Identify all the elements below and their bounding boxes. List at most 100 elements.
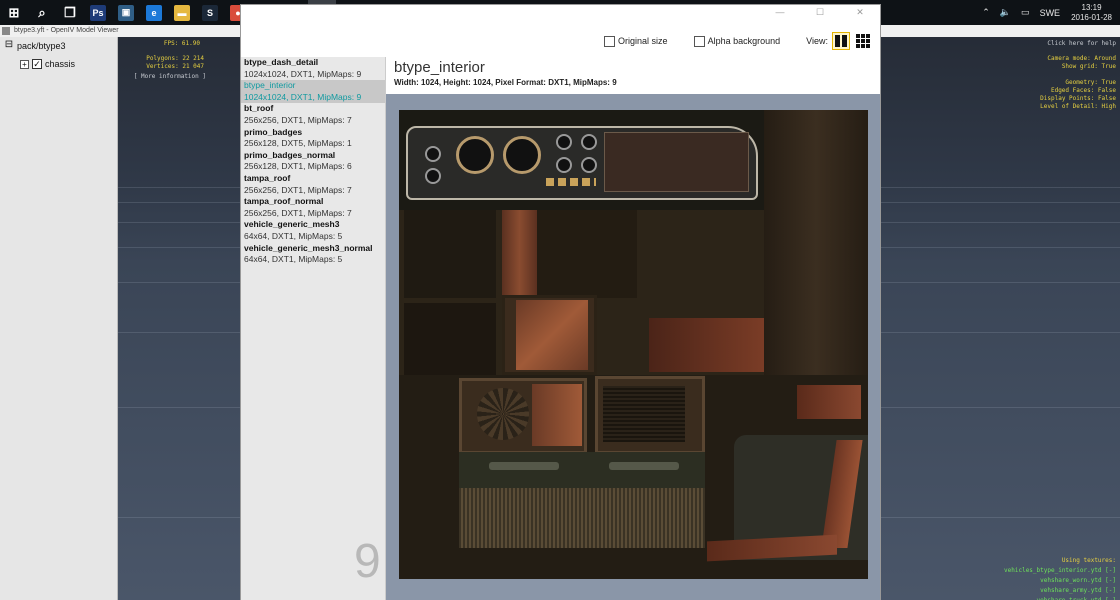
volume-icon[interactable]: 🔈 [995, 7, 1016, 18]
texture-viewer-titlebar: — ☐ ✕ [241, 5, 880, 25]
tree-item-chassis[interactable]: + ✓ chassis [0, 55, 117, 73]
texture-list-item[interactable]: btype_interior 1024x1024, DXT1, MipMaps: … [241, 80, 385, 104]
texture-item-info: 256x256, DXT1, MipMaps: 7 [244, 184, 352, 195]
texture-item-name: vehicle_generic_mesh3 [244, 219, 340, 230]
texture-item-info: 1024x1024, DXT1, MipMaps: 9 [244, 91, 362, 102]
used-texture-item[interactable]: vehshare_worn.ytd [-] [1004, 577, 1116, 585]
language-indicator[interactable]: SWE [1035, 8, 1066, 18]
search-taskbar-button[interactable]: ⌕ [28, 0, 56, 25]
texture-list-item[interactable]: tampa_roof 256x256, DXT1, MipMaps: 7 [241, 173, 385, 196]
windows-start-taskbar-button[interactable]: ⊞ [0, 0, 28, 25]
texture-item-name: tampa_roof_normal [244, 196, 324, 207]
level-of-detail-readout[interactable]: Level of Detail: High [1040, 103, 1116, 111]
clock-date: 2016-01-28 [1071, 12, 1112, 22]
single-view-icon [835, 35, 847, 47]
vertices-readout: Vertices: 21 047 [146, 63, 204, 70]
show-grid-readout[interactable]: Show grid: True [1062, 63, 1116, 71]
windows-start-icon: ⊞ [8, 4, 20, 20]
texture-item-name: vehicle_generic_mesh3_normal [244, 242, 373, 253]
texture-detail-header: btype_interior Width: 1024, Height: 1024… [386, 57, 880, 93]
close-button[interactable]: ✕ [840, 7, 880, 21]
texture-toolbar: Original size Alpha background View: [241, 25, 880, 57]
page-number: 9 [354, 535, 381, 588]
used-texture-item[interactable]: vehicles_btype_interior.ytd [-] [1004, 567, 1116, 575]
texture-list-item[interactable]: btype_dash_detail 1024x1024, DXT1, MipMap… [241, 57, 385, 80]
view-label: View: [806, 36, 828, 46]
geometry-readout[interactable]: Geometry: True [1065, 79, 1116, 87]
clock[interactable]: 13:19 2016-01-28 [1065, 3, 1120, 23]
texture-item-name: primo_badges [244, 126, 303, 137]
single-view-button[interactable] [832, 32, 850, 50]
texture-list-item[interactable]: tampa_roof_normal 256x256, DXT1, MipMaps:… [241, 196, 385, 219]
photoshop-icon: Ps [90, 4, 106, 21]
help-link[interactable]: Click here for help [1047, 40, 1116, 48]
using-textures-label: Using textures: [1061, 557, 1116, 564]
tree-root-label: pack/btype3 [17, 41, 66, 51]
system-tray: ⌃ 🔈 ▭ SWE 13:19 2016-01-28 [977, 0, 1120, 25]
file-explorer-icon: ▬ [174, 4, 190, 21]
task-view-taskbar-button[interactable]: ❐ [56, 0, 84, 25]
texture-item-info: 256x128, DXT1, MipMaps: 6 [244, 161, 352, 172]
camera-mode-readout[interactable]: Camera mode: Around [1047, 55, 1116, 63]
alpha-background-label: Alpha background [707, 36, 781, 46]
expand-plus-icon[interactable]: + [20, 59, 29, 69]
texture-item-info: 64x64, DXT1, MipMaps: 5 [244, 254, 343, 265]
texture-name: btype_interior [394, 59, 485, 76]
texture-list-item[interactable]: vehicle_generic_mesh3 64x64, DXT1, MipMap… [241, 219, 385, 242]
model-viewer-title: btype3.yft - OpenIV Model Viewer [14, 27, 119, 34]
texture-image [399, 110, 868, 579]
grid-view-button[interactable] [854, 32, 872, 50]
file-explorer-taskbar-button[interactable]: ▬ [168, 0, 196, 25]
texture-item-name: btype_dash_detail [244, 57, 319, 67]
task-view-icon: ❐ [64, 4, 76, 20]
fps-readout: FPS: 61.90 [163, 40, 200, 47]
minimize-button[interactable]: — [760, 7, 800, 21]
texture-info: Width: 1024, Height: 1024, Pixel Format:… [394, 78, 617, 87]
texture-item-name: bt_roof [244, 103, 274, 114]
chassis-checkbox[interactable]: ✓ [32, 59, 42, 69]
model-tree: ⊟ pack/btype3 + ✓ chassis [0, 37, 118, 600]
network-icon[interactable]: ▭ [1016, 7, 1035, 18]
original-size-label: Original size [618, 36, 668, 46]
tray-chevron-icon[interactable]: ⌃ [977, 7, 995, 18]
steam-taskbar-button[interactable]: S [196, 0, 224, 25]
more-information-link[interactable]: [ More information ] [118, 73, 206, 81]
texture-viewer-window: — ☐ ✕ Original size Alpha background Vie… [241, 5, 880, 600]
texture-list-item[interactable]: vehicle_generic_mesh3_normal 64x64, DXT1,… [241, 243, 385, 266]
texture-item-info: 64x64, DXT1, MipMaps: 5 [244, 230, 343, 241]
folder-minus-icon[interactable]: ⊟ [4, 40, 14, 51]
texture-list-item[interactable]: primo_badges 256x128, DXT5, MipMaps: 1 [241, 127, 385, 150]
openiv-app-icon [2, 27, 10, 35]
search-icon: ⌕ [38, 4, 46, 20]
media-player-taskbar-button[interactable]: ▣ [112, 0, 140, 25]
texture-list-item[interactable]: primo_badges_normal 256x128, DXT1, MipMap… [241, 150, 385, 173]
texture-list: btype_dash_detail 1024x1024, DXT1, MipMap… [241, 57, 386, 600]
display-points-readout[interactable]: Display Points: False [1040, 95, 1116, 103]
edge-icon: e [146, 4, 162, 21]
texture-item-info: 256x256, DXT1, MipMaps: 7 [244, 114, 352, 125]
alpha-background-checkbox[interactable]: Alpha background [693, 35, 781, 47]
original-size-box[interactable] [604, 35, 616, 47]
edge-taskbar-button[interactable]: e [140, 0, 168, 25]
clock-time: 13:19 [1081, 2, 1102, 12]
tree-item-label: chassis [45, 59, 76, 69]
texture-item-name: tampa_roof [244, 172, 291, 183]
photoshop-taskbar-button[interactable]: Ps [84, 0, 112, 25]
edged-faces-readout[interactable]: Edged Faces: False [1051, 87, 1116, 95]
grid-view-icon [856, 34, 870, 48]
original-size-checkbox[interactable]: Original size [604, 35, 668, 47]
used-texture-item[interactable]: vehshare_army.ytd [-] [1004, 587, 1116, 595]
alpha-background-box[interactable] [693, 35, 705, 47]
media-player-icon: ▣ [118, 4, 134, 21]
polygons-readout: Polygons: 22 214 [146, 55, 204, 62]
texture-preview-area [386, 94, 880, 600]
texture-item-info: 1024x1024, DXT1, MipMaps: 9 [244, 68, 362, 79]
steam-icon: S [202, 4, 218, 21]
texture-item-info: 256x256, DXT1, MipMaps: 7 [244, 207, 352, 218]
maximize-button[interactable]: ☐ [800, 7, 840, 21]
texture-item-name: primo_badges_normal [244, 149, 336, 160]
texture-item-name: btype_interior [244, 80, 296, 91]
tree-root[interactable]: ⊟ pack/btype3 [0, 37, 117, 55]
texture-list-item[interactable]: bt_roof 256x256, DXT1, MipMaps: 7 [241, 103, 385, 126]
texture-item-info: 256x128, DXT5, MipMaps: 1 [244, 138, 352, 149]
